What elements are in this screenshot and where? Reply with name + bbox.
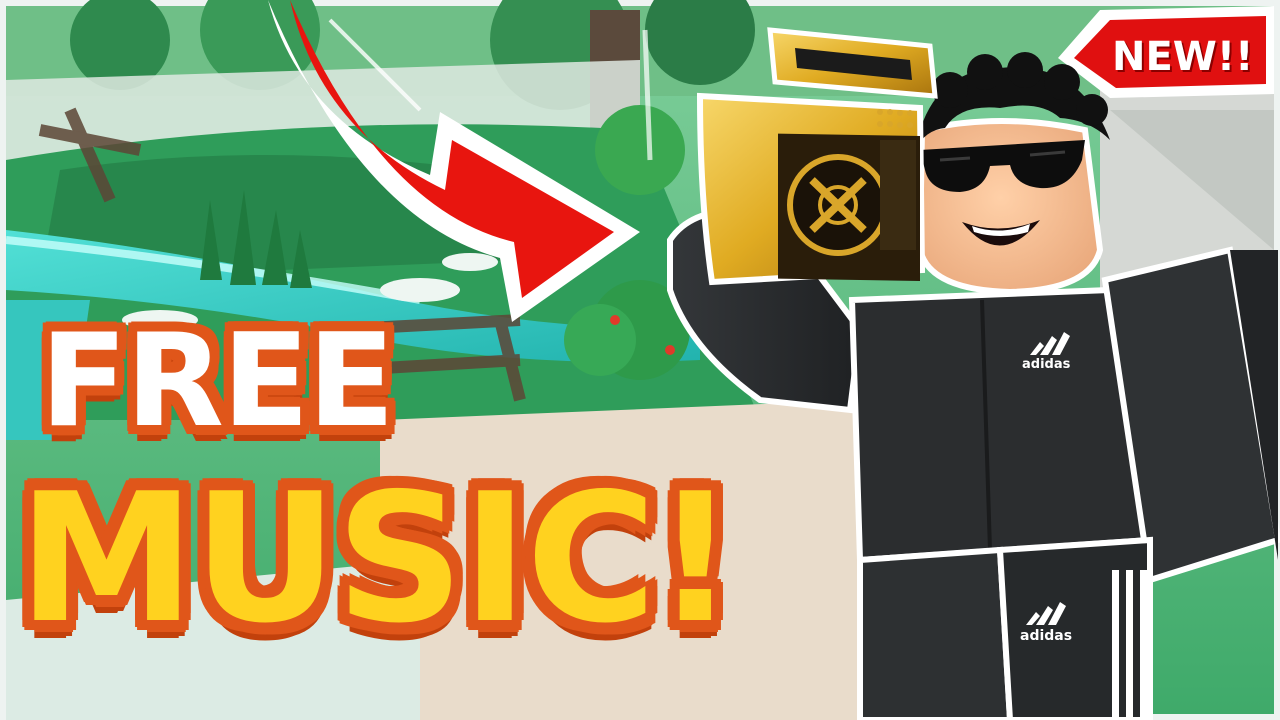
headline-music: MUSIC! <box>18 455 736 662</box>
thumbnail: adidas adidas FREE MUSIC! NEW!! <box>0 0 1280 720</box>
headline-free: FREE <box>40 307 395 456</box>
pants-logo-text: adidas <box>1020 628 1072 644</box>
shirt-logo-text: adidas <box>1022 357 1071 372</box>
new-badge-label: NEW!! <box>1112 34 1254 80</box>
